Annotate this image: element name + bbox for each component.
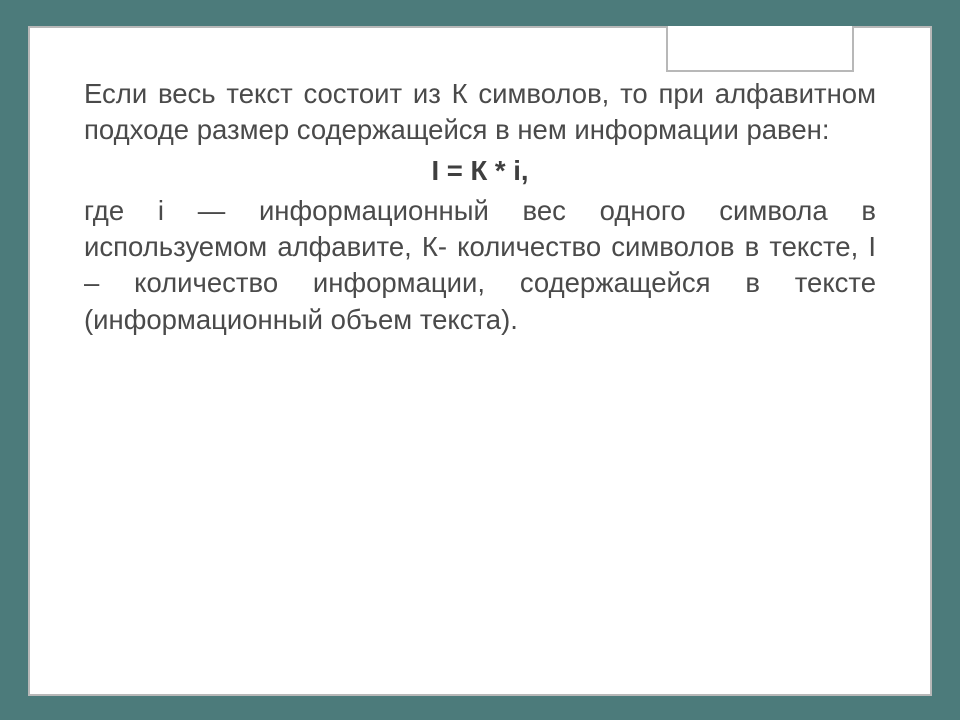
corner-tab [666, 26, 854, 72]
slide-text: Если весь текст состоит из К символов, т… [84, 76, 876, 338]
formula-line: I = К * i, [84, 153, 876, 189]
content-panel: Если весь текст состоит из К символов, т… [28, 26, 932, 696]
intro-paragraph: Если весь текст состоит из К символов, т… [84, 76, 876, 149]
definition-paragraph: где i — информационный вес одного символ… [84, 193, 876, 338]
slide-background: Если весь текст состоит из К символов, т… [0, 0, 960, 720]
